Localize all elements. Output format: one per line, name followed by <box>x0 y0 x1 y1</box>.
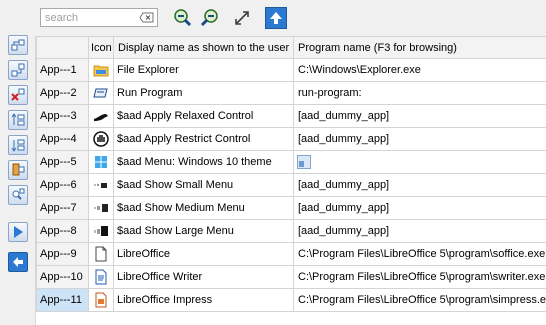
table-row[interactable]: App---1 File Explorer C:\Windows\Explore… <box>36 58 546 82</box>
move-up-button[interactable] <box>8 110 28 130</box>
table-row[interactable]: App---6 $aad Show Small Menu [aad_dummy_… <box>36 173 546 197</box>
row-id[interactable]: App---9 <box>36 242 89 266</box>
program-name-cell[interactable]: C:\Program Files\LibreOffice 5\program\s… <box>293 242 546 266</box>
display-name-cell[interactable]: LibreOffice Impress <box>113 288 294 312</box>
program-name-cell[interactable]: C:\Program Files\LibreOffice 5\program\s… <box>293 265 546 289</box>
table-row[interactable]: App---7 $aad Show Medium Menu [aad_dummy… <box>36 196 546 220</box>
insert-item-button[interactable] <box>8 60 28 80</box>
writer-icon <box>95 269 107 285</box>
row-id[interactable]: App---5 <box>36 150 89 174</box>
top-toolbar <box>35 0 546 36</box>
program-name-cell[interactable]: [aad_dummy_app] <box>293 173 546 197</box>
insert-icon <box>11 63 25 77</box>
row-id[interactable]: App---6 <box>36 173 89 197</box>
applications-grid: Icon Display name as shown to the user P… <box>36 36 546 325</box>
hand-relaxed-icon <box>94 114 108 121</box>
column-header-program-name[interactable]: Program name (F3 for browsing) <box>293 36 546 59</box>
search-input[interactable] <box>43 10 139 25</box>
document-icon <box>95 246 107 262</box>
row-id[interactable]: App---11 <box>36 288 89 312</box>
find-icon <box>12 188 25 200</box>
row-header-corner[interactable] <box>36 36 89 59</box>
run-icon <box>14 226 23 238</box>
delete-icon <box>11 88 25 101</box>
move-up-icon <box>11 113 25 126</box>
row-id[interactable]: App---3 <box>36 104 89 128</box>
row-id[interactable]: App---10 <box>36 265 89 289</box>
applications-table: Icon Display name as shown to the user P… <box>36 36 546 312</box>
menu-medium-icon <box>94 204 108 212</box>
copy-item-button[interactable] <box>8 160 28 180</box>
program-name-cell[interactable]: [aad_dummy_app] <box>293 196 546 220</box>
program-name-cell[interactable]: [aad_dummy_app] <box>293 127 546 151</box>
move-down-button[interactable] <box>8 135 28 155</box>
folder-explorer-icon <box>93 65 109 77</box>
hand-restrict-icon <box>93 131 109 147</box>
move-down-icon <box>11 139 25 152</box>
display-name-cell[interactable]: $aad Show Medium Menu <box>113 196 294 220</box>
program-name-cell[interactable]: run-program: <box>293 81 546 105</box>
program-name-cell[interactable] <box>293 150 546 174</box>
find-item-button[interactable] <box>8 185 28 205</box>
display-name-cell[interactable]: LibreOffice <box>113 242 294 266</box>
add-item-button[interactable] <box>8 35 28 55</box>
back-icon <box>13 257 23 267</box>
table-row[interactable]: App---4 $aad Apply Restrict Control [aad… <box>36 127 546 151</box>
program-name-cell[interactable]: [aad_dummy_app] <box>293 104 546 128</box>
program-name-cell[interactable]: C:\Program Files\LibreOffice 5\program\s… <box>293 288 546 312</box>
display-name-cell[interactable]: $aad Show Large Menu <box>113 219 294 243</box>
table-row[interactable]: App---3 $aad Apply Relaxed Control [aad_… <box>36 104 546 128</box>
table-row[interactable]: App---10 LibreOffice Writer C:\Program F… <box>36 265 546 289</box>
display-name-cell[interactable]: $aad Menu: Windows 10 theme <box>113 150 294 174</box>
expand-icon <box>235 11 249 25</box>
windows-logo-icon <box>95 156 107 168</box>
row-id[interactable]: App---1 <box>36 58 89 82</box>
table-row[interactable]: App---9 LibreOffice C:\Program Files\Lib… <box>36 242 546 266</box>
run-program-icon <box>93 88 108 98</box>
display-name-cell[interactable]: $aad Apply Restrict Control <box>113 127 294 151</box>
impress-icon <box>95 292 107 308</box>
run-button[interactable] <box>8 222 28 242</box>
zoom-in-button[interactable] <box>171 7 193 29</box>
row-id[interactable]: App---2 <box>36 81 89 105</box>
program-name-cell[interactable]: C:\Windows\Explorer.exe <box>293 58 546 82</box>
display-name-cell[interactable]: LibreOffice Writer <box>113 265 294 289</box>
back-button[interactable] <box>8 252 28 272</box>
arrow-up-icon <box>270 12 282 24</box>
zoom-out-icon <box>200 9 218 27</box>
display-name-cell[interactable]: File Explorer <box>113 58 294 82</box>
program-placeholder-icon <box>297 155 311 169</box>
row-id[interactable]: App---8 <box>36 219 89 243</box>
zoom-out-button[interactable] <box>199 7 221 29</box>
table-row[interactable]: App---11 LibreOffice Impress C:\Program … <box>36 288 546 312</box>
display-name-cell[interactable]: $aad Apply Relaxed Control <box>113 104 294 128</box>
table-row[interactable]: App---8 $aad Show Large Menu [aad_dummy_… <box>36 219 546 243</box>
sidebar-toolbar <box>0 0 36 325</box>
display-name-cell[interactable]: Run Program <box>113 81 294 105</box>
copy-icon <box>12 163 25 176</box>
row-id[interactable]: App---4 <box>36 127 89 151</box>
zoom-in-icon <box>174 9 192 27</box>
delete-item-button[interactable] <box>8 85 28 105</box>
table-row[interactable]: App---2 Run Program run-program: <box>36 81 546 105</box>
expand-button[interactable] <box>231 7 253 29</box>
clear-search-icon[interactable] <box>139 12 154 23</box>
search-box <box>40 8 158 27</box>
menu-large-icon <box>94 226 108 236</box>
menu-small-icon <box>94 183 107 188</box>
add-icon <box>11 39 25 51</box>
display-name-cell[interactable]: $aad Show Small Menu <box>113 173 294 197</box>
program-name-cell[interactable]: [aad_dummy_app] <box>293 219 546 243</box>
column-header-icon[interactable]: Icon <box>88 36 114 59</box>
row-id[interactable]: App---7 <box>36 196 89 220</box>
header-row: Icon Display name as shown to the user P… <box>36 36 546 59</box>
column-header-display-name[interactable]: Display name as shown to the user <box>113 36 294 59</box>
table-row[interactable]: App---5 $aad Menu: Windows 10 theme <box>36 150 546 174</box>
move-up-toolbar-button[interactable] <box>265 7 287 29</box>
